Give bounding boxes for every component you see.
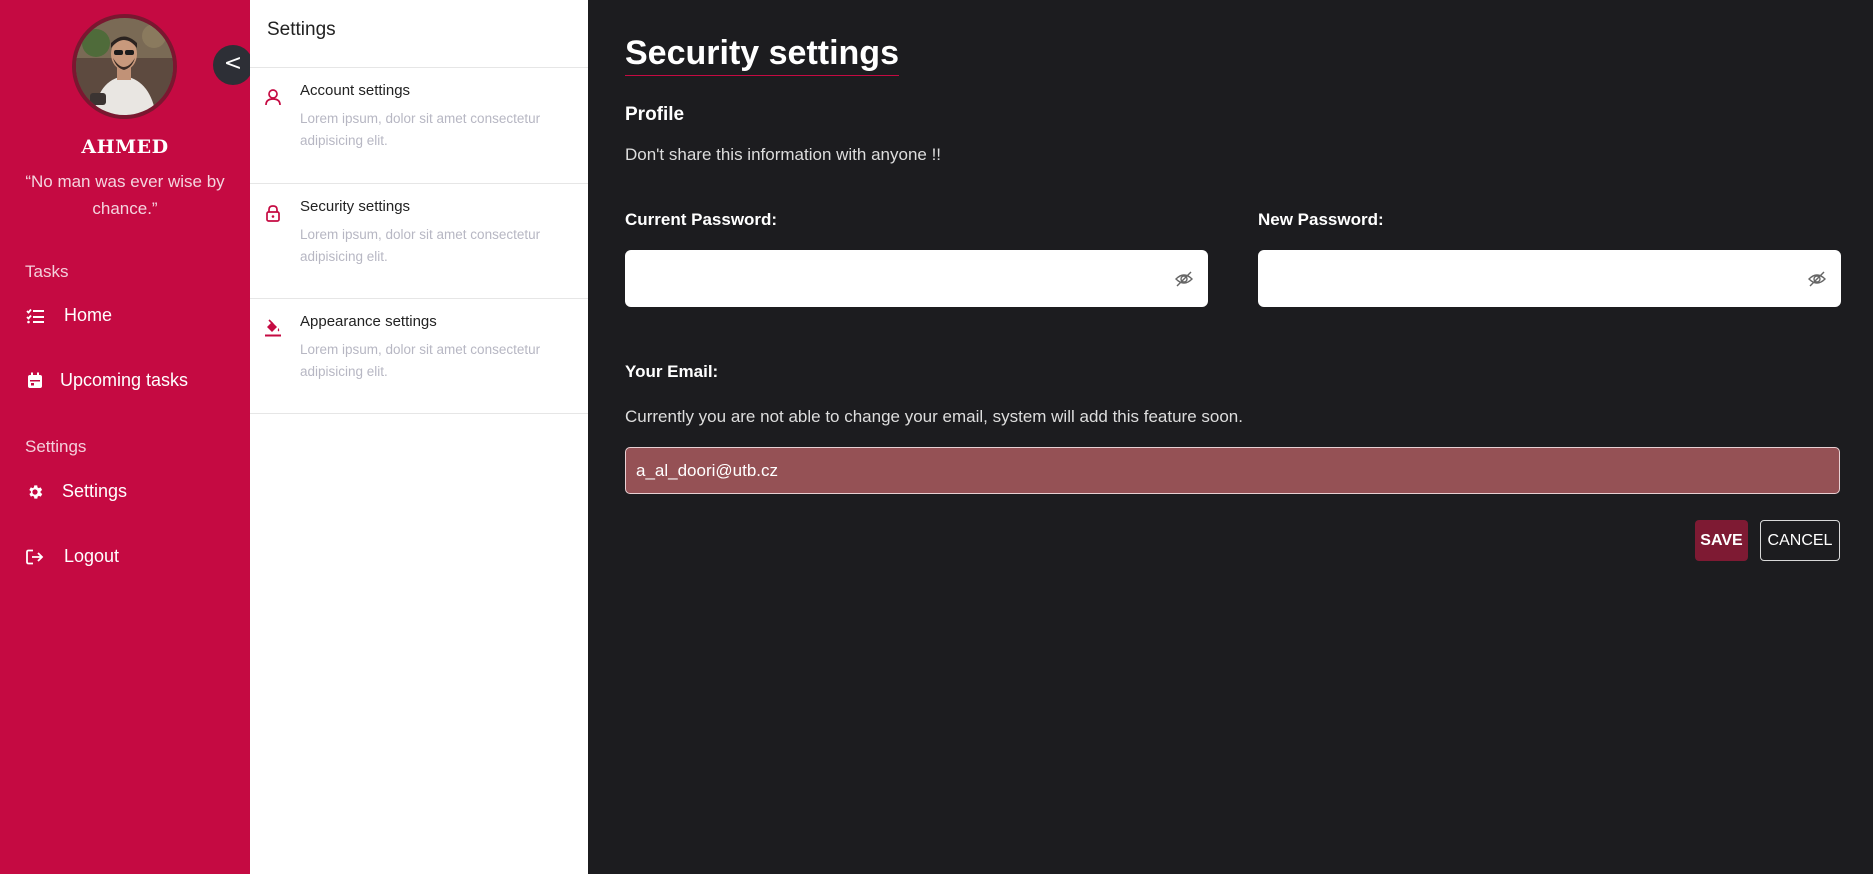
settings-item-security[interactable]: Security settings Lorem ipsum, dolor sit…: [250, 184, 588, 299]
new-password-wrapper: [1258, 250, 1841, 307]
settings-item-account[interactable]: Account settings Lorem ipsum, dolor sit …: [250, 68, 588, 183]
avatar-photo: [76, 18, 173, 115]
settings-item-title: Security settings: [300, 198, 411, 215]
sidebar-item-logout[interactable]: Logout: [25, 546, 119, 567]
settings-panel-title: Settings: [267, 19, 336, 40]
page-title: Security settings: [625, 34, 899, 76]
email-label: Your Email:: [625, 362, 719, 381]
section-label-settings: Settings: [25, 437, 87, 456]
sidebar-item-home[interactable]: Home: [25, 305, 112, 326]
sidebar-item-label: Upcoming tasks: [60, 370, 189, 390]
user-name: AHMED: [81, 136, 169, 158]
sidebar-item-label: Settings: [62, 481, 128, 501]
sidebar-item-settings[interactable]: Settings: [25, 481, 127, 502]
gear-icon: [25, 482, 45, 502]
lock-icon: [264, 204, 282, 222]
user-icon: [264, 88, 282, 106]
settings-item-title: Appearance settings: [300, 313, 437, 330]
divider: [250, 413, 588, 414]
profile-note: Don't share this information with anyone…: [625, 145, 942, 164]
save-button[interactable]: SAVE: [1695, 520, 1748, 561]
eye-slash-icon[interactable]: [1174, 269, 1194, 289]
sidebar-item-label: Logout: [64, 546, 120, 566]
paint-bucket-icon: [264, 319, 282, 337]
email-note: Currently you are not able to change you…: [625, 407, 1243, 426]
section-label-tasks: Tasks: [25, 262, 69, 281]
list-check-icon: [25, 306, 45, 326]
collapse-sidebar-button[interactable]: <: [213, 45, 253, 85]
sidebar: < AHMED “No man was ever wise by chance.…: [0, 0, 253, 874]
eye-slash-icon[interactable]: [1807, 269, 1827, 289]
profile-heading: Profile: [625, 104, 685, 125]
current-password-label: Current Password:: [625, 210, 778, 229]
calendar-icon: [25, 371, 45, 391]
settings-item-title: Account settings: [300, 82, 411, 99]
sidebar-item-label: Home: [64, 305, 113, 325]
logout-icon: [25, 547, 45, 567]
settings-panel: Settings Account settings Lorem ipsum, d…: [250, 0, 588, 874]
settings-item-description: Lorem ipsum, dolor sit amet consectetur …: [300, 111, 541, 148]
avatar[interactable]: [72, 14, 177, 119]
email-field[interactable]: a_al_doori@utb.cz: [625, 447, 1840, 494]
sidebar-item-upcoming-tasks[interactable]: Upcoming tasks: [25, 370, 188, 391]
cancel-button[interactable]: CANCEL: [1760, 520, 1840, 561]
current-password-wrapper: [625, 250, 1208, 307]
settings-item-appearance[interactable]: Appearance settings Lorem ipsum, dolor s…: [250, 299, 588, 414]
user-quote: “No man was ever wise by chance.”: [25, 172, 225, 218]
new-password-label: New Password:: [1258, 210, 1384, 229]
main-content: Security settings Profile Don't share th…: [588, 0, 1873, 874]
settings-item-description: Lorem ipsum, dolor sit amet consectetur …: [300, 227, 541, 264]
current-password-input[interactable]: [625, 250, 1208, 307]
settings-item-description: Lorem ipsum, dolor sit amet consectetur …: [300, 342, 541, 379]
new-password-input[interactable]: [1258, 250, 1841, 307]
